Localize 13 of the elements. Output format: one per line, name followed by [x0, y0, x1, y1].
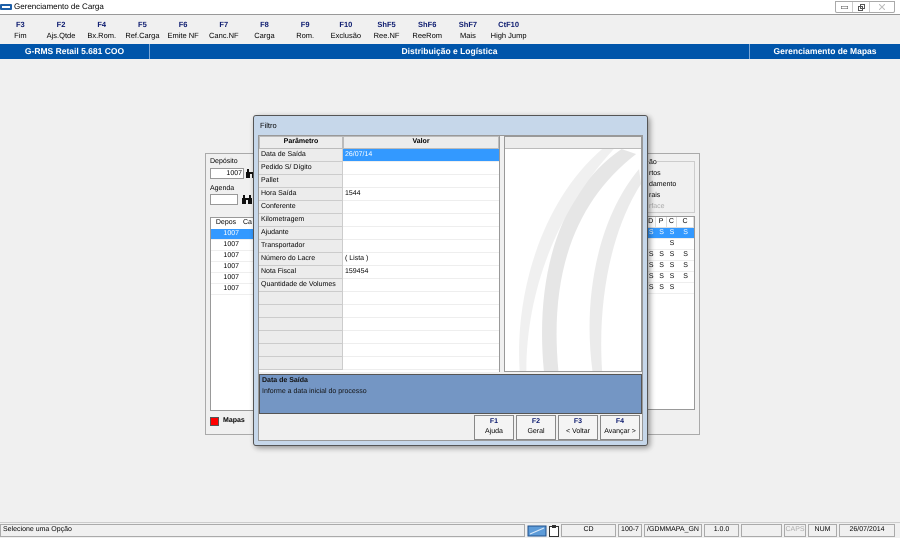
agenda-field[interactable]: [210, 194, 238, 205]
minimize-icon: [840, 6, 848, 8]
screen-label: Gerenciamento de Mapas: [772, 45, 878, 58]
binoculars-icon[interactable]: [242, 195, 252, 204]
status-panel: [741, 524, 782, 537]
close-icon: [879, 4, 885, 10]
clipboard-icon: [549, 524, 559, 536]
window-title: Gerenciamento de Carga: [14, 1, 104, 13]
legend-swatch-icon: [210, 416, 219, 426]
app-version-label: G-RMS Retail 5.681 COO: [0, 44, 150, 59]
restore-icon: [858, 4, 864, 10]
monitor-icon: [527, 524, 547, 536]
module-label: Distribuição e Logística: [150, 44, 750, 59]
